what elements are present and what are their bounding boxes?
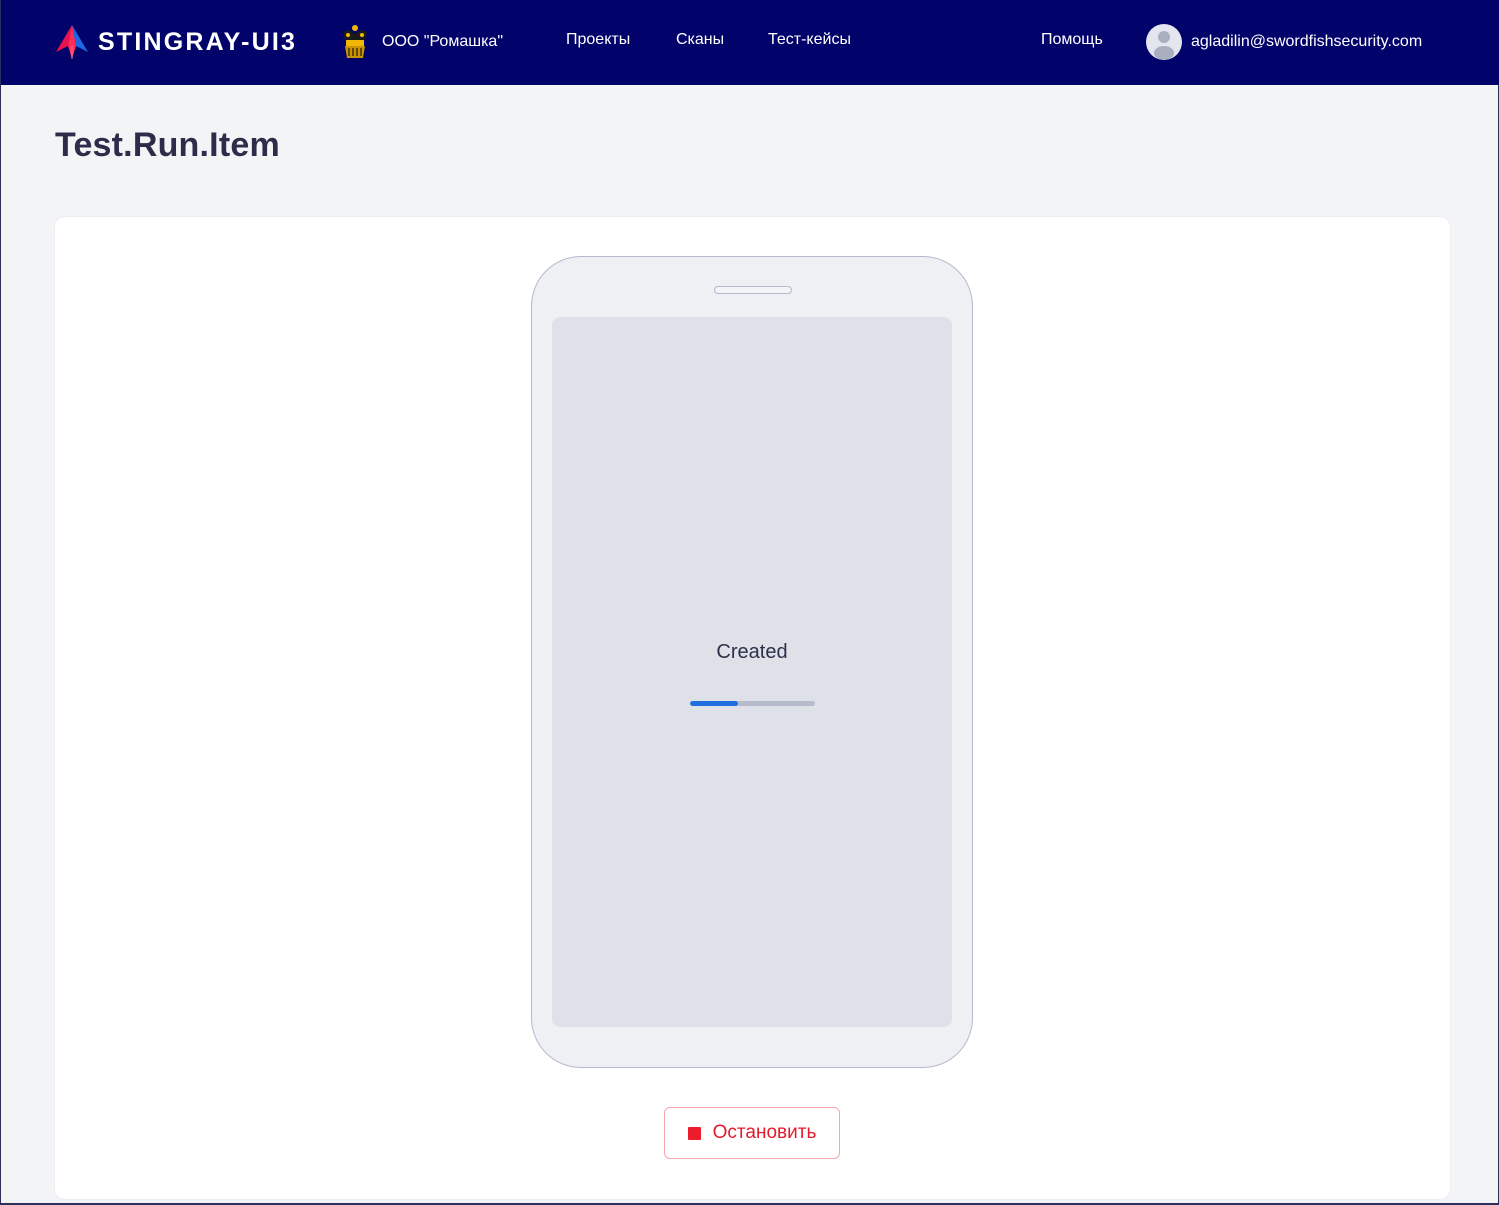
- user-menu[interactable]: agladilin@swordfishsecurity.com: [1146, 24, 1422, 60]
- stop-button-label: Остановить: [712, 1122, 817, 1143]
- nav-projects[interactable]: Проекты: [566, 31, 630, 49]
- user-email: agladilin@swordfishsecurity.com: [1191, 33, 1423, 50]
- device-mockup: Created: [531, 256, 973, 1068]
- device-speaker: [714, 286, 792, 294]
- coat-of-arms-icon: [343, 25, 367, 58]
- nav-test-cases[interactable]: Тест-кейсы: [768, 31, 851, 49]
- progress-bar: [690, 701, 815, 706]
- progress-bar-fill: [690, 701, 738, 706]
- page-title: Test.Run.Item: [55, 126, 280, 164]
- brand-name: STINGRAY-UI3: [98, 27, 298, 56]
- stop-button[interactable]: Остановить: [664, 1107, 840, 1159]
- nav-help[interactable]: Помощь: [1041, 31, 1103, 49]
- organization-selector[interactable]: ООО "Ромашка": [340, 24, 503, 60]
- top-navigation-bar: STINGRAY-UI3 ООО "Ромашка" Проекты Сканы…: [1, 0, 1499, 85]
- nav-scans[interactable]: Сканы: [676, 31, 724, 49]
- test-run-card: Created Остановить: [55, 217, 1450, 1199]
- user-avatar-icon: [1146, 24, 1182, 60]
- brand[interactable]: STINGRAY-UI3: [55, 24, 297, 60]
- stop-square-icon: [687, 1126, 701, 1140]
- run-status-text: Created: [716, 641, 788, 663]
- device-screen: Created: [552, 317, 952, 1027]
- organization-name: ООО "Ромашка": [382, 33, 503, 50]
- stingray-logo-icon: [56, 25, 88, 59]
